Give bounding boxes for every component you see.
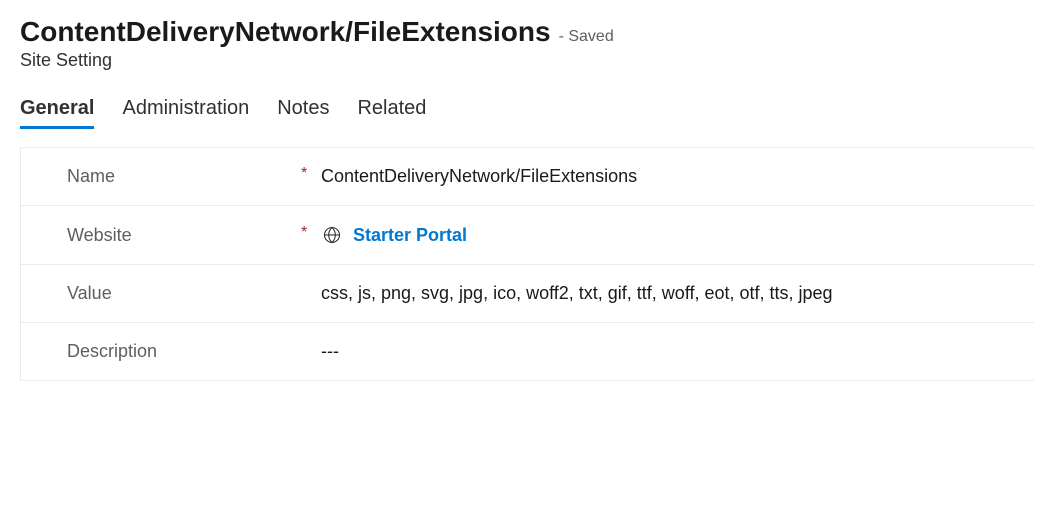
entity-type-label: Site Setting: [20, 50, 1034, 71]
value-value[interactable]: css, js, png, svg, jpg, ico, woff2, txt,…: [321, 283, 1034, 304]
tab-related[interactable]: Related: [357, 97, 426, 129]
description-label: Description: [67, 341, 301, 362]
description-value[interactable]: ---: [321, 341, 1034, 362]
tab-administration[interactable]: Administration: [122, 97, 249, 129]
website-value-wrap[interactable]: Starter Portal: [321, 224, 1034, 246]
tab-notes[interactable]: Notes: [277, 97, 329, 129]
website-link[interactable]: Starter Portal: [353, 225, 467, 246]
required-indicator: *: [301, 225, 311, 241]
save-status: - Saved: [559, 28, 614, 46]
field-label-wrap: Value *: [67, 283, 321, 304]
page-title: ContentDeliveryNetwork/FileExtensions: [20, 16, 551, 48]
field-row-name: Name * ContentDeliveryNetwork/FileExtens…: [21, 148, 1034, 206]
value-label: Value: [67, 283, 301, 304]
field-label-wrap: Description *: [67, 341, 321, 362]
field-label-wrap: Website *: [67, 225, 321, 246]
field-label-wrap: Name *: [67, 166, 321, 187]
tab-general[interactable]: General: [20, 97, 94, 129]
globe-icon: [321, 224, 343, 246]
website-label: Website: [67, 225, 301, 246]
name-label: Name: [67, 166, 301, 187]
page-header: ContentDeliveryNetwork/FileExtensions - …: [20, 16, 1034, 48]
field-row-website: Website * Starter Portal: [21, 206, 1034, 265]
form-panel: Name * ContentDeliveryNetwork/FileExtens…: [20, 147, 1034, 381]
field-row-description: Description * ---: [21, 323, 1034, 381]
required-indicator: *: [301, 166, 311, 182]
tab-bar: General Administration Notes Related: [20, 97, 1034, 129]
name-value[interactable]: ContentDeliveryNetwork/FileExtensions: [321, 166, 1034, 187]
field-row-value: Value * css, js, png, svg, jpg, ico, wof…: [21, 265, 1034, 323]
